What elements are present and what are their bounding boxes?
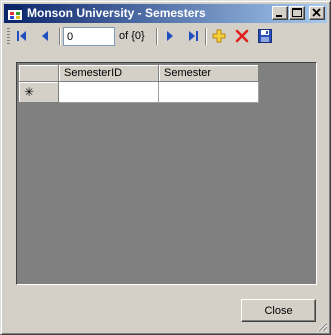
toolbar-separator — [205, 28, 207, 45]
window-close-button[interactable] — [309, 6, 325, 20]
move-next-button[interactable] — [161, 27, 179, 45]
move-previous-button[interactable] — [36, 27, 54, 45]
semesters-window: Monson University - Semesters 0 of {0} S… — [0, 0, 331, 335]
save-icon — [258, 29, 272, 43]
new-row-semester-cell[interactable] — [159, 82, 259, 103]
count-label: of {0} — [119, 30, 145, 42]
maximize-button[interactable] — [289, 6, 305, 20]
new-row-semesterid-cell[interactable] — [59, 82, 159, 103]
column-header-semesterid[interactable]: SemesterID — [59, 65, 159, 82]
window-title: Monson University - Semesters — [27, 6, 206, 20]
toolbar-separator — [59, 28, 61, 45]
move-last-button[interactable] — [184, 27, 202, 45]
toolbar-grip[interactable] — [7, 28, 10, 45]
column-header-semester[interactable]: Semester — [159, 65, 259, 82]
add-new-icon — [212, 29, 226, 43]
move-next-icon — [167, 31, 173, 41]
close-button[interactable]: Close — [241, 299, 316, 322]
move-first-icon — [17, 31, 26, 41]
new-row-header[interactable]: ✳ — [19, 82, 59, 103]
move-first-button[interactable] — [13, 27, 31, 45]
add-new-button[interactable] — [210, 27, 228, 45]
delete-button[interactable] — [233, 27, 251, 45]
delete-icon — [235, 29, 249, 43]
toolbar-separator — [156, 28, 158, 45]
save-button[interactable] — [256, 27, 274, 45]
maximize-icon — [292, 8, 302, 17]
move-previous-icon — [42, 31, 48, 41]
app-form-icon — [7, 6, 23, 21]
move-last-icon — [189, 31, 198, 41]
binding-navigator: of {0} — [5, 24, 326, 49]
semesters-data-grid[interactable]: SemesterID Semester ✳ — [16, 62, 317, 285]
position-input[interactable] — [63, 27, 115, 46]
minimize-icon — [276, 15, 282, 17]
resize-grip[interactable] — [316, 320, 328, 332]
new-row-icon: ✳ — [24, 85, 35, 99]
close-icon — [312, 8, 321, 17]
title-bar[interactable]: Monson University - Semesters — [4, 4, 327, 23]
row-header-corner[interactable] — [19, 65, 59, 82]
minimize-button[interactable] — [272, 6, 288, 20]
